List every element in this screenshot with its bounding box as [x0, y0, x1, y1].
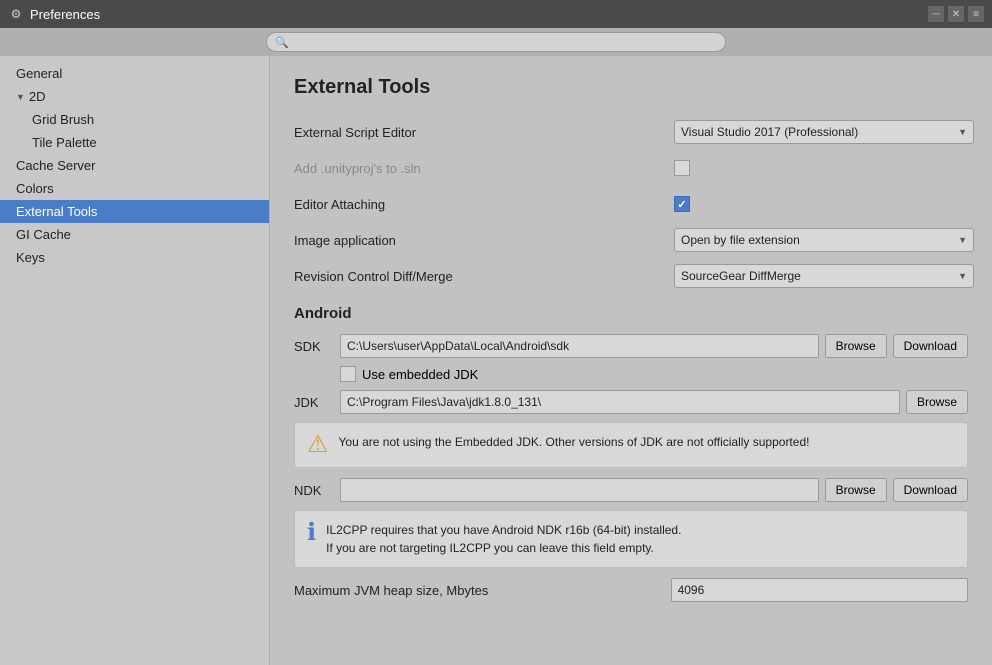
sidebar-item-colors[interactable]: Colors — [0, 177, 269, 200]
dropdown-arrow-icon: ▼ — [958, 127, 967, 137]
image-application-label: Image application — [294, 233, 674, 248]
ndk-label: NDK — [294, 483, 334, 498]
title-bar: ⚙ Preferences ─ ✕ ≡ — [0, 0, 992, 28]
close-button[interactable]: ✕ — [948, 6, 964, 22]
sidebar-item-tile-palette-label: Tile Palette — [32, 135, 97, 150]
search-input[interactable] — [293, 35, 717, 49]
sidebar-item-general[interactable]: General — [0, 62, 269, 85]
dropdown-arrow-icon-3: ▼ — [958, 271, 967, 281]
warning-icon: ⚠ — [307, 433, 329, 457]
ndk-info-box: ℹ IL2CPP requires that you have Android … — [294, 510, 968, 568]
sidebar: General ▼ 2D Grid Brush Tile Palette Cac… — [0, 56, 270, 665]
jdk-label: JDK — [294, 395, 334, 410]
ndk-row: NDK Browse Download — [294, 478, 968, 502]
ndk-browse-button[interactable]: Browse — [825, 478, 887, 502]
revision-control-dropdown[interactable]: SourceGear DiffMerge ▼ — [674, 264, 974, 288]
sidebar-item-gi-cache-label: GI Cache — [16, 227, 71, 242]
info-icon: ℹ — [307, 521, 316, 545]
menu-button[interactable]: ≡ — [968, 6, 984, 22]
sidebar-item-colors-label: Colors — [16, 181, 54, 196]
page-title: External Tools — [294, 76, 968, 99]
editor-attaching-row: Editor Attaching — [294, 191, 968, 217]
ndk-download-button[interactable]: Download — [893, 478, 968, 502]
revision-control-control: SourceGear DiffMerge ▼ — [674, 264, 974, 288]
minimize-button[interactable]: ─ — [928, 6, 944, 22]
add-unityproj-label: Add .unityproj's to .sln — [294, 161, 674, 176]
image-application-dropdown[interactable]: Open by file extension ▼ — [674, 228, 974, 252]
window-icon: ⚙ — [8, 6, 24, 22]
settings-section: External Script Editor Visual Studio 201… — [294, 119, 968, 289]
embedded-jdk-label: Use embedded JDK — [362, 367, 478, 382]
sidebar-item-tile-palette[interactable]: Tile Palette — [0, 131, 269, 154]
jdk-warning-text: You are not using the Embedded JDK. Othe… — [339, 433, 810, 451]
search-icon: 🔍 — [275, 36, 289, 49]
image-application-control: Open by file extension ▼ — [674, 228, 974, 252]
sidebar-item-keys-label: Keys — [16, 250, 45, 265]
jdk-browse-button[interactable]: Browse — [906, 390, 968, 414]
editor-attaching-label: Editor Attaching — [294, 197, 674, 212]
sdk-path-input[interactable] — [340, 334, 819, 358]
image-application-value: Open by file extension — [681, 233, 800, 247]
add-unityproj-control — [674, 160, 968, 176]
sidebar-item-keys[interactable]: Keys — [0, 246, 269, 269]
sidebar-item-cache-server-label: Cache Server — [16, 158, 95, 173]
max-heap-input[interactable] — [671, 578, 968, 602]
search-bar: 🔍 — [0, 28, 992, 56]
ndk-info-text: IL2CPP requires that you have Android ND… — [326, 521, 681, 557]
image-application-row: Image application Open by file extension… — [294, 227, 968, 253]
external-script-editor-label: External Script Editor — [294, 125, 674, 140]
sidebar-item-external-tools[interactable]: External Tools — [0, 200, 269, 223]
jdk-row: JDK Browse — [294, 390, 968, 414]
sidebar-item-cache-server[interactable]: Cache Server — [0, 154, 269, 177]
revision-control-label: Revision Control Diff/Merge — [294, 269, 674, 284]
revision-control-row: Revision Control Diff/Merge SourceGear D… — [294, 263, 968, 289]
add-unityproj-checkbox[interactable] — [674, 160, 690, 176]
search-wrap: 🔍 — [266, 32, 726, 52]
window-controls: ─ ✕ ≡ — [928, 6, 984, 22]
editor-attaching-checkbox[interactable] — [674, 196, 690, 212]
editor-attaching-control — [674, 196, 968, 212]
sidebar-item-2d[interactable]: ▼ 2D — [0, 85, 269, 108]
external-script-editor-value: Visual Studio 2017 (Professional) — [681, 125, 858, 139]
sdk-download-button[interactable]: Download — [893, 334, 968, 358]
embedded-jdk-row: Use embedded JDK — [294, 366, 968, 382]
sidebar-item-gi-cache[interactable]: GI Cache — [0, 223, 269, 246]
external-script-editor-row: External Script Editor Visual Studio 201… — [294, 119, 968, 145]
max-heap-row: Maximum JVM heap size, Mbytes — [294, 578, 968, 602]
max-heap-label: Maximum JVM heap size, Mbytes — [294, 583, 671, 598]
external-script-editor-dropdown[interactable]: Visual Studio 2017 (Professional) ▼ — [674, 120, 974, 144]
android-section-title: Android — [294, 305, 968, 322]
sidebar-item-general-label: General — [16, 66, 62, 81]
sidebar-item-grid-brush-label: Grid Brush — [32, 112, 94, 127]
triangle-icon: ▼ — [16, 92, 25, 102]
ndk-path-input[interactable] — [340, 478, 819, 502]
main-layout: General ▼ 2D Grid Brush Tile Palette Cac… — [0, 56, 992, 665]
jdk-path-input[interactable] — [340, 390, 900, 414]
sidebar-item-grid-brush[interactable]: Grid Brush — [0, 108, 269, 131]
embedded-jdk-checkbox[interactable] — [340, 366, 356, 382]
window-title: Preferences — [30, 7, 922, 22]
jdk-warning-box: ⚠ You are not using the Embedded JDK. Ot… — [294, 422, 968, 468]
add-unityproj-row: Add .unityproj's to .sln — [294, 155, 968, 181]
sdk-browse-button[interactable]: Browse — [825, 334, 887, 358]
external-script-editor-control: Visual Studio 2017 (Professional) ▼ — [674, 120, 974, 144]
revision-control-value: SourceGear DiffMerge — [681, 269, 801, 283]
sdk-label: SDK — [294, 339, 334, 354]
dropdown-arrow-icon-2: ▼ — [958, 235, 967, 245]
content-area: External Tools External Script Editor Vi… — [270, 56, 992, 665]
sdk-row: SDK Browse Download — [294, 334, 968, 358]
preferences-window: ⚙ Preferences ─ ✕ ≡ 🔍 General ▼ 2D Grid … — [0, 0, 992, 665]
sidebar-item-external-tools-label: External Tools — [16, 204, 97, 219]
sidebar-item-2d-label: 2D — [29, 89, 46, 104]
android-section: Android SDK Browse Download Use embedded… — [294, 305, 968, 602]
